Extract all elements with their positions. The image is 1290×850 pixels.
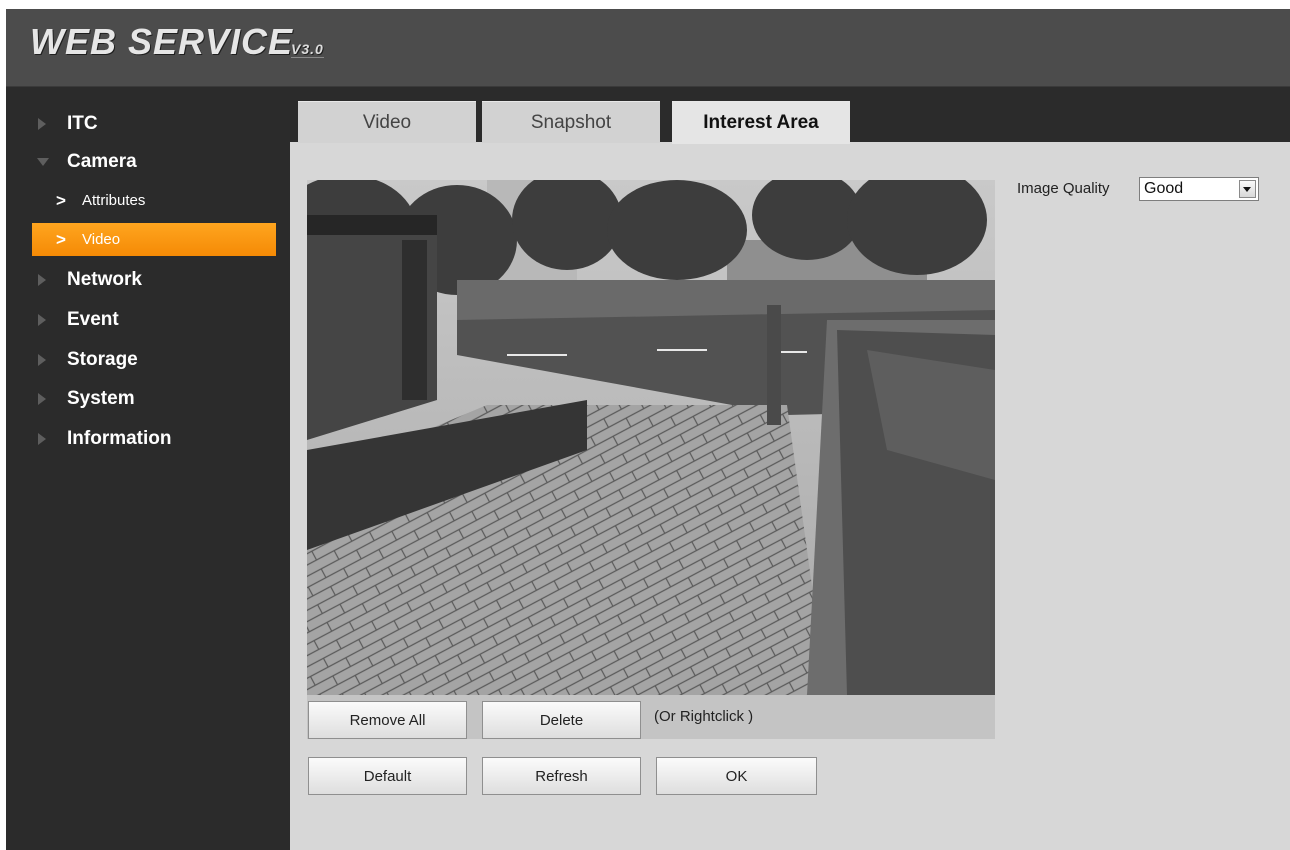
- expand-arrow-icon: [38, 433, 46, 445]
- expand-arrow-icon: [38, 354, 46, 366]
- sidebar-item-system[interactable]: System: [6, 382, 290, 416]
- chevron-right-icon: >: [56, 190, 66, 210]
- rightclick-hint: (Or Rightclick ): [654, 708, 754, 725]
- expand-arrow-icon: [38, 314, 46, 326]
- tab-bar: Video Snapshot Interest Area: [290, 87, 1290, 144]
- sidebar-item-itc[interactable]: ITC: [6, 107, 290, 141]
- header: WEB SERVICEV3.0: [6, 9, 1290, 87]
- camera-scene-image: [307, 180, 995, 695]
- tab-video[interactable]: Video: [298, 101, 476, 143]
- expand-arrow-icon: [38, 118, 46, 130]
- brand-logo: WEB SERVICEV3.0: [30, 21, 324, 62]
- main-content: Video Snapshot Interest Area Remove All …: [290, 87, 1290, 850]
- app-window: WEB SERVICEV3.0 ITC Camera > Attributes …: [6, 9, 1290, 850]
- image-quality-label: Image Quality: [1017, 180, 1110, 197]
- tab-snapshot[interactable]: Snapshot: [482, 101, 660, 143]
- sidebar-item-information[interactable]: Information: [6, 422, 290, 456]
- delete-button[interactable]: Delete: [482, 701, 641, 739]
- tab-interest-area[interactable]: Interest Area: [672, 101, 850, 144]
- chevron-down-icon[interactable]: [1239, 180, 1256, 198]
- refresh-button[interactable]: Refresh: [482, 757, 641, 795]
- sidebar: ITC Camera > Attributes > Video Network …: [6, 87, 290, 850]
- sidebar-item-camera[interactable]: Camera: [6, 145, 290, 179]
- sidebar-subitem-attributes[interactable]: > Attributes: [32, 184, 276, 217]
- sidebar-item-network[interactable]: Network: [6, 263, 290, 297]
- remove-all-button[interactable]: Remove All: [308, 701, 467, 739]
- chevron-right-icon: >: [56, 229, 66, 249]
- sidebar-item-event[interactable]: Event: [6, 303, 290, 337]
- video-preview[interactable]: [307, 180, 995, 695]
- version-label: V3.0: [291, 41, 324, 58]
- image-quality-value: Good: [1144, 180, 1184, 197]
- default-button[interactable]: Default: [308, 757, 467, 795]
- expand-arrow-icon: [38, 274, 46, 286]
- sidebar-subitem-video[interactable]: > Video: [32, 223, 276, 256]
- sidebar-item-storage[interactable]: Storage: [6, 343, 290, 377]
- collapse-arrow-icon: [37, 158, 49, 166]
- expand-arrow-icon: [38, 393, 46, 405]
- ok-button[interactable]: OK: [656, 757, 817, 795]
- image-quality-select[interactable]: Good: [1139, 177, 1259, 201]
